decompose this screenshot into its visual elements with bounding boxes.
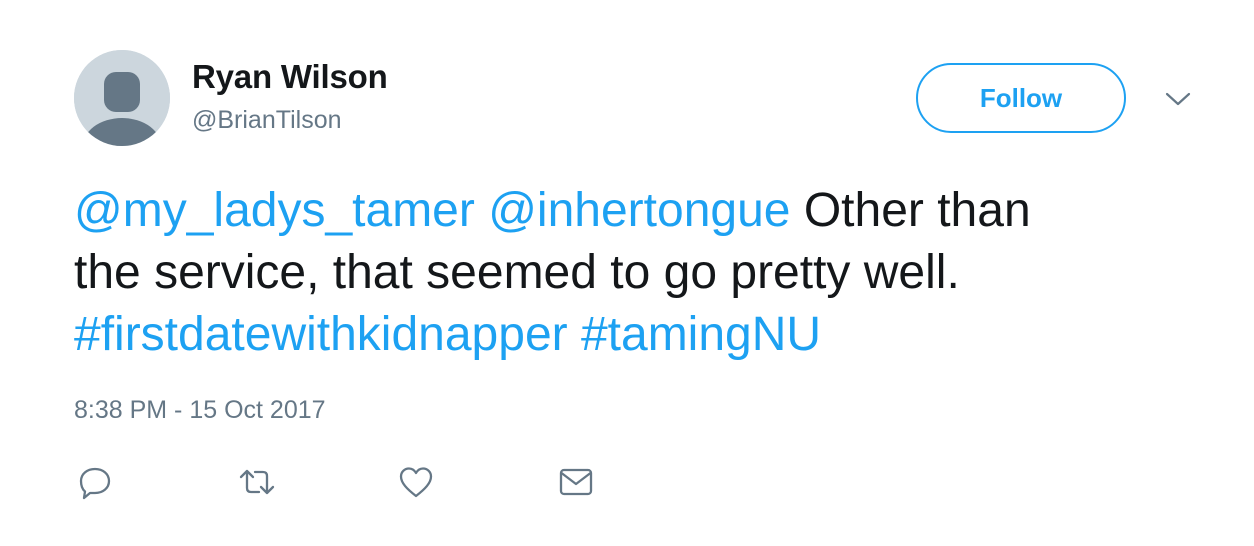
mention-link[interactable]: @my_ladys_tamer [74, 184, 475, 237]
user-handle[interactable]: @BrianTilson [192, 106, 342, 135]
hashtag-link[interactable]: #firstdatewithkidnapper [74, 308, 568, 361]
user-name[interactable]: Ryan Wilson [192, 58, 388, 96]
heart-icon [399, 467, 433, 498]
like-button[interactable] [396, 462, 436, 502]
envelope-icon [559, 468, 593, 496]
tweet-line-2: the service, that seemed to go pretty we… [74, 246, 960, 299]
more-options-button[interactable] [1163, 86, 1193, 112]
tweet-body-text: Other than [803, 184, 1031, 237]
tweet-line-3: #firstdatewithkidnapper #tamingNU [74, 304, 1194, 366]
tweet-timestamp[interactable]: 8:38 PM - 15 Oct 2017 [74, 396, 326, 425]
reply-button[interactable] [75, 462, 115, 502]
avatar[interactable] [74, 50, 170, 146]
retweet-icon [239, 469, 275, 495]
mention-link[interactable]: @inhertongue [488, 184, 790, 237]
tweet-line-1: @my_ladys_tamer @inhertongue Other than [74, 180, 1194, 242]
tweet-text: @my_ladys_tamer @inhertongue Other than … [74, 180, 1194, 366]
follow-button[interactable]: Follow [916, 63, 1126, 133]
hashtag-link[interactable]: #tamingNU [581, 308, 821, 361]
direct-message-button[interactable] [556, 462, 596, 502]
default-avatar-icon [74, 50, 170, 146]
reply-icon [79, 467, 111, 500]
retweet-button[interactable] [237, 462, 277, 502]
chevron-down-icon [1165, 92, 1191, 106]
